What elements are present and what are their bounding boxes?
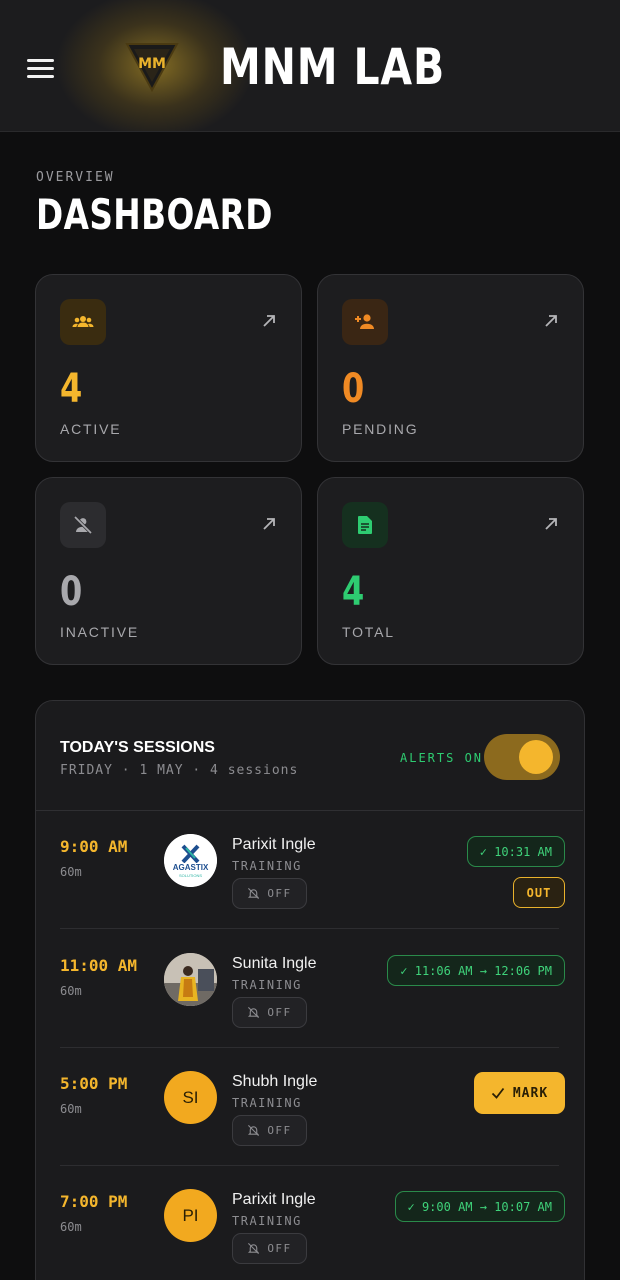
arrow-up-right-icon [261,313,277,329]
session-row[interactable]: 11:00 AM 60m Sunita Ingle TRAINING OFF ✓… [36,930,583,1048]
bell-off-icon [248,887,260,900]
notify-label: OFF [267,1242,292,1255]
notify-label: OFF [267,887,292,900]
check-out-button[interactable]: OUT [513,877,565,908]
alerts-label: ALERTS ON [400,751,484,765]
session-time: 11:00 AM [60,956,138,975]
stat-label: PENDING [342,421,419,437]
overview-eyebrow: OVERVIEW [36,170,115,185]
notify-label: OFF [267,1006,292,1019]
mark-label: MARK [512,1085,549,1101]
stat-card-pending[interactable]: 0 PENDING [317,274,584,462]
session-duration: 60m [60,1220,82,1234]
session-type: TRAINING [232,1214,302,1228]
session-duration: 60m [60,984,82,998]
session-time: 9:00 AM [60,837,128,856]
toggle-knob [519,740,553,774]
arrow-up-right-icon [543,313,559,329]
alerts-toggle[interactable] [484,734,560,780]
stat-value: 4 [60,366,83,412]
stat-label: INACTIVE [60,624,139,640]
person-add-icon [342,299,388,345]
session-duration: 60m [60,1102,82,1116]
stat-value: 4 [342,569,365,615]
bell-off-icon [248,1006,260,1019]
session-type: TRAINING [232,859,302,873]
session-type: TRAINING [232,978,302,992]
checkin-status-pill: ✓ 9:00 AM → 10:07 AM [394,1191,565,1222]
session-duration: 60m [60,865,82,879]
notify-label: OFF [267,1124,292,1137]
session-row[interactable]: 9:00 AM 60m AGASTIX SOLUTIONS Parixit In… [36,811,583,929]
app-header: MM MNM LAB [0,0,620,132]
checkin-status-pill: ✓ 10:31 AM [466,836,565,867]
person-off-icon [60,502,106,548]
notification-off-button[interactable]: OFF [232,1115,307,1146]
session-time: 5:00 PM [60,1074,128,1093]
hamburger-menu-icon[interactable] [27,57,55,79]
mnm-shield-logo-icon[interactable]: MM [124,40,180,94]
stat-label: ACTIVE [60,421,122,437]
session-type: TRAINING [232,1096,302,1110]
mark-attendance-button[interactable]: MARK [474,1072,565,1114]
arrow-up-right-icon [543,516,559,532]
notification-off-button[interactable]: OFF [232,997,307,1028]
sessions-subtitle: FRIDAY · 1 MAY · 4 sessions [60,763,299,778]
avatar-initials: PI [164,1189,217,1242]
svg-text:AGASTIX: AGASTIX [173,863,209,872]
session-client-name: Parixit Ingle [232,836,316,853]
avatar-photo [164,953,217,1006]
notification-off-button[interactable]: OFF [232,1233,307,1264]
svg-text:SOLUTIONS: SOLUTIONS [179,873,202,878]
session-row[interactable]: 5:00 PM 60m SI Shubh Ingle TRAINING OFF … [36,1048,583,1166]
stat-card-total[interactable]: 4 TOTAL [317,477,584,665]
sessions-title: TODAY'S SESSIONS [60,739,215,756]
bell-off-icon [248,1124,260,1137]
stat-card-active[interactable]: 4 ACTIVE [35,274,302,462]
stat-value: 0 [342,366,365,412]
arrow-up-right-icon [261,516,277,532]
group-icon [60,299,106,345]
app-brand-title: MNM LAB [220,38,446,96]
checkin-status-pill: ✓ 11:06 AM → 12:06 PM [387,955,565,986]
stat-value: 0 [60,569,83,615]
session-client-name: Shubh Ingle [232,1073,318,1090]
stat-card-inactive[interactable]: 0 INACTIVE [35,477,302,665]
check-icon [491,1087,505,1099]
todays-sessions-panel: TODAY'S SESSIONS FRIDAY · 1 MAY · 4 sess… [35,700,585,1280]
stat-label: TOTAL [342,624,395,640]
document-icon [342,502,388,548]
avatar-agastix-logo: AGASTIX SOLUTIONS [164,834,217,887]
session-time: 7:00 PM [60,1192,128,1211]
svg-text:MM: MM [138,56,166,72]
session-client-name: Sunita Ingle [232,955,317,972]
notification-off-button[interactable]: OFF [232,878,307,909]
session-row[interactable]: 7:00 PM 60m PI Parixit Ingle TRAINING OF… [36,1166,583,1280]
bell-off-icon [248,1242,260,1255]
row-separator [60,928,559,929]
page-title: DASHBOARD [36,190,273,239]
session-client-name: Parixit Ingle [232,1191,316,1208]
avatar-initials: SI [164,1071,217,1124]
